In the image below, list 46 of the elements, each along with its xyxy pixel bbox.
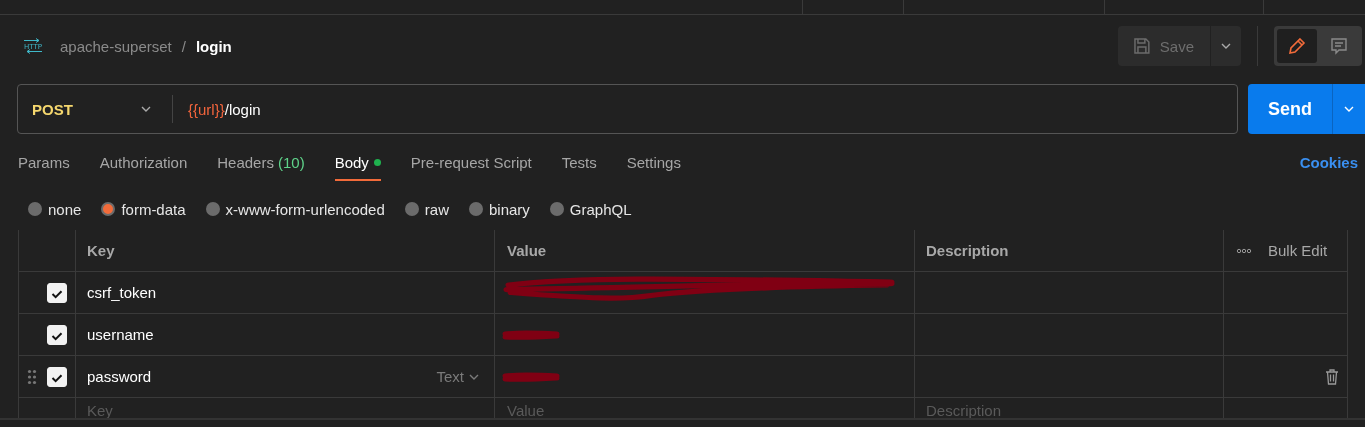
key-cell[interactable]: password (87, 368, 152, 385)
body-type-option[interactable]: x-www-form-urlencoded (205, 200, 385, 218)
request-tab[interactable]: Pre-request Script (410, 154, 532, 181)
checkbox[interactable] (47, 282, 67, 303)
type-dropdown[interactable]: Text (436, 368, 480, 385)
url-field[interactable]: {{url}}/login (188, 100, 261, 118)
pencil-icon (1287, 36, 1307, 56)
request-tab[interactable]: Tests (561, 154, 597, 181)
bulk-edit-button[interactable]: Bulk Edit (1268, 242, 1328, 259)
request-tab[interactable]: Headers (10) (217, 154, 305, 181)
comment-icon (1329, 36, 1349, 56)
column-header: Value (507, 242, 547, 259)
checkbox[interactable] (47, 366, 67, 387)
body-type-option[interactable]: none (28, 200, 82, 218)
request-tab[interactable]: Authorization (99, 154, 188, 181)
radio-button[interactable] (28, 202, 42, 216)
radio-button[interactable] (205, 202, 220, 216)
key-cell[interactable]: csrf_token (87, 284, 157, 301)
edit-mode-button[interactable] (1277, 29, 1317, 63)
breadcrumb-separator: / (181, 37, 186, 55)
radio-button[interactable] (101, 202, 116, 216)
trash-icon[interactable] (1325, 368, 1339, 385)
request-tab[interactable]: Settings (626, 154, 681, 181)
send-button[interactable]: Send (1248, 84, 1332, 134)
radio-button[interactable] (468, 202, 483, 216)
column-header: Key (87, 242, 115, 259)
column-header: Description (926, 242, 1009, 259)
method-dropdown[interactable]: POST (18, 95, 173, 123)
body-type-option[interactable]: form-data (101, 200, 186, 218)
drag-handle-icon[interactable] (27, 368, 37, 385)
more-icon[interactable] (1236, 247, 1252, 254)
body-type-option[interactable]: GraphQL (549, 200, 632, 218)
cookies-link[interactable]: Cookies (1299, 154, 1358, 171)
request-tab[interactable]: Params (18, 154, 70, 181)
body-type-option[interactable]: raw (404, 200, 449, 218)
body-type-option[interactable]: binary (468, 200, 530, 218)
value-input[interactable]: Value (507, 401, 707, 418)
request-tab[interactable]: Body (334, 154, 381, 181)
radio-button[interactable] (404, 202, 419, 216)
breadcrumb-collection[interactable]: apache-superset (60, 37, 172, 55)
radio-button[interactable] (549, 202, 564, 216)
description-input[interactable]: Description (926, 401, 1126, 418)
key-cell[interactable]: username (87, 326, 154, 343)
key-input[interactable]: Key (87, 401, 287, 418)
checkbox[interactable] (47, 324, 67, 345)
breadcrumb-current: login (195, 37, 232, 55)
